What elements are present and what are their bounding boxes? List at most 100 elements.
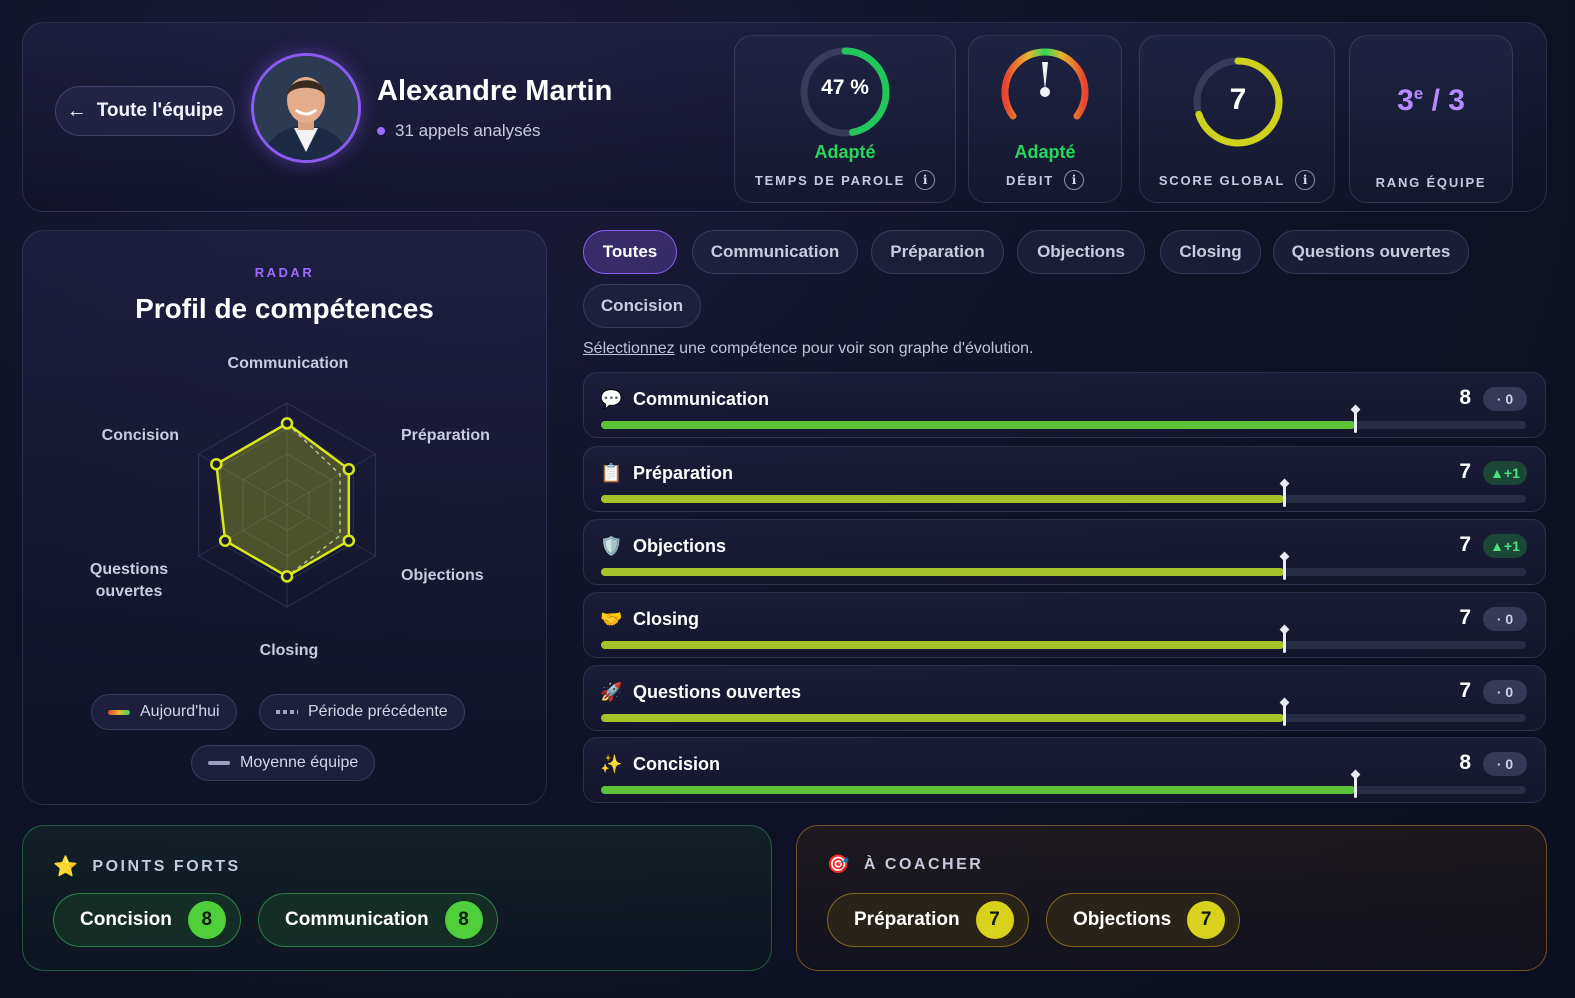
debit-status: Adapté [1014,142,1076,162]
gradient-swatch-icon [108,709,130,715]
status-dot-icon [377,127,385,135]
tab-concision[interactable]: Concision [583,284,701,328]
strength-name: Concision [80,909,172,930]
skill-progress-track [601,702,1526,726]
rank-label-row: RANG ÉQUIPE [1350,175,1512,190]
talk-time-label-row: TEMPS DE PAROLE i [735,170,955,190]
skill-score: 7 [1459,606,1471,629]
skill-score: 7 [1459,460,1471,483]
legend-today-label: Aujourd'hui [140,703,220,720]
talk-time-card: 47 % Adapté TEMPS DE PAROLE i [734,35,956,203]
radar-point [218,534,232,547]
debit-label: DÉBIT [1006,172,1054,188]
strengths-title: POINTS FORTS [92,857,241,875]
tab-questions-ouvertes[interactable]: Questions ouvertes [1273,230,1469,274]
clipboard-icon: 📋 [600,463,623,483]
skill-progress-track [601,629,1526,653]
info-icon[interactable]: i [915,170,936,190]
debit-label-row: DÉBIT i [969,170,1121,190]
strength-name: Communication [285,909,429,930]
rocket-icon: 🚀 [600,682,623,702]
radar-point [342,463,356,476]
skill-progress-track [601,774,1526,798]
radar-point [280,570,294,583]
info-icon[interactable]: i [1064,170,1084,190]
hint-underlined: Sélectionnez [583,340,675,357]
skill-row-concision[interactable]: ✨ Concision 8 · 0 [583,737,1546,803]
sparkles-icon: ✨ [600,754,623,774]
tab-preparation[interactable]: Préparation [871,230,1004,274]
shield-icon: 🛡️ [600,536,623,556]
info-icon[interactable]: i [1295,170,1316,190]
tab-toutes[interactable]: Toutes [583,230,677,274]
skill-name: Communication [633,389,770,409]
skill-delta-badge: · 0 [1483,607,1527,631]
radar-axis-questions: Questions ouvertes [89,561,169,600]
strengths-title-row: ⭐ POINTS FORTS [53,854,241,879]
skill-delta-badge: · 0 [1483,752,1527,776]
avatar [251,53,361,163]
debit-speedometer-icon [1001,48,1089,120]
skill-score: 7 [1459,679,1471,702]
legend-today[interactable]: Aujourd'hui [91,694,237,730]
star-icon: ⭐ [53,856,81,878]
back-button-label: Toute l'équipe [96,100,224,121]
coach-chip-objections[interactable]: Objections 7 [1046,893,1241,947]
talk-time-value: 47 % [821,76,869,99]
strength-score-badge: 8 [444,901,483,939]
hint-text: une compétence pour voir son graphe d'év… [674,340,1034,357]
skill-name: Préparation [633,463,734,483]
radar-point [342,534,356,547]
radar-axis-objections: Objections [401,567,484,584]
strength-chip-concision[interactable]: Concision 8 [53,893,241,947]
solid-line-icon [208,761,230,765]
handshake-icon: 🤝 [600,609,623,629]
coach-chip-preparation[interactable]: Préparation 7 [827,893,1029,947]
legend-previous[interactable]: Période précédente [259,694,465,730]
target-icon: 🎯 [827,854,852,874]
team-rank-label: RANG ÉQUIPE [1375,175,1487,190]
team-average-marker [1353,774,1357,798]
radar-point [280,417,294,430]
tab-objections[interactable]: Objections [1017,230,1145,274]
skill-name: Questions ouvertes [633,682,802,702]
debit-card: Adapté DÉBIT i [968,35,1122,203]
tab-communication[interactable]: Communication [692,230,858,274]
strength-chip-communication[interactable]: Communication 8 [258,893,498,947]
skill-row-questions-ouvertes[interactable]: 🚀 Questions ouvertes 7 · 0 [583,665,1546,731]
coach-name: Objections [1073,909,1172,930]
skill-delta-badge: · 0 [1483,387,1527,411]
coach-name: Préparation [854,909,960,930]
global-score-value: 7 [1229,83,1247,116]
skill-progress-fill [601,786,1355,794]
skill-progress-fill [601,421,1355,429]
team-average-marker [1353,409,1357,433]
legend-team[interactable]: Moyenne équipe [191,745,376,781]
calls-analyzed: 31 appels analysés [377,121,541,141]
rank-total: / 3 [1431,84,1465,117]
skill-row-preparation[interactable]: 📋 Préparation 7 ▲+1 [583,446,1546,512]
skill-progress-fill [601,641,1284,649]
rank-suffix: e [1413,84,1424,103]
team-average-marker [1282,556,1286,580]
skill-row-communication[interactable]: 💬 Communication 8 · 0 [583,372,1546,438]
global-score-card: 7 SCORE GLOBAL i [1139,35,1335,203]
profile-header: ← Toute l'équipe Alexandre Martin 31 app… [22,22,1547,212]
radar-axis-communication: Communication [227,355,349,372]
team-rank-value: 3e / 3 [1350,84,1512,118]
skill-progress-fill [601,714,1284,722]
strength-score-badge: 8 [187,901,226,939]
skill-name: Concision [633,754,721,774]
back-to-team-button[interactable]: ← Toute l'équipe [55,86,235,136]
global-score-label: SCORE GLOBAL [1158,172,1286,188]
coach-score-badge: 7 [975,901,1014,939]
arrow-left-icon: ← [66,99,87,122]
skill-progress-track [601,483,1526,507]
skill-row-closing[interactable]: 🤝 Closing 7 · 0 [583,592,1546,658]
skill-row-objections[interactable]: 🛡️ Objections 7 ▲+1 [583,519,1546,585]
team-average-marker [1282,483,1286,507]
skill-progress-fill [601,568,1284,576]
tab-closing[interactable]: Closing [1160,230,1261,274]
score-label-row: SCORE GLOBAL i [1140,170,1334,190]
agent-name: Alexandre Martin [377,75,613,107]
